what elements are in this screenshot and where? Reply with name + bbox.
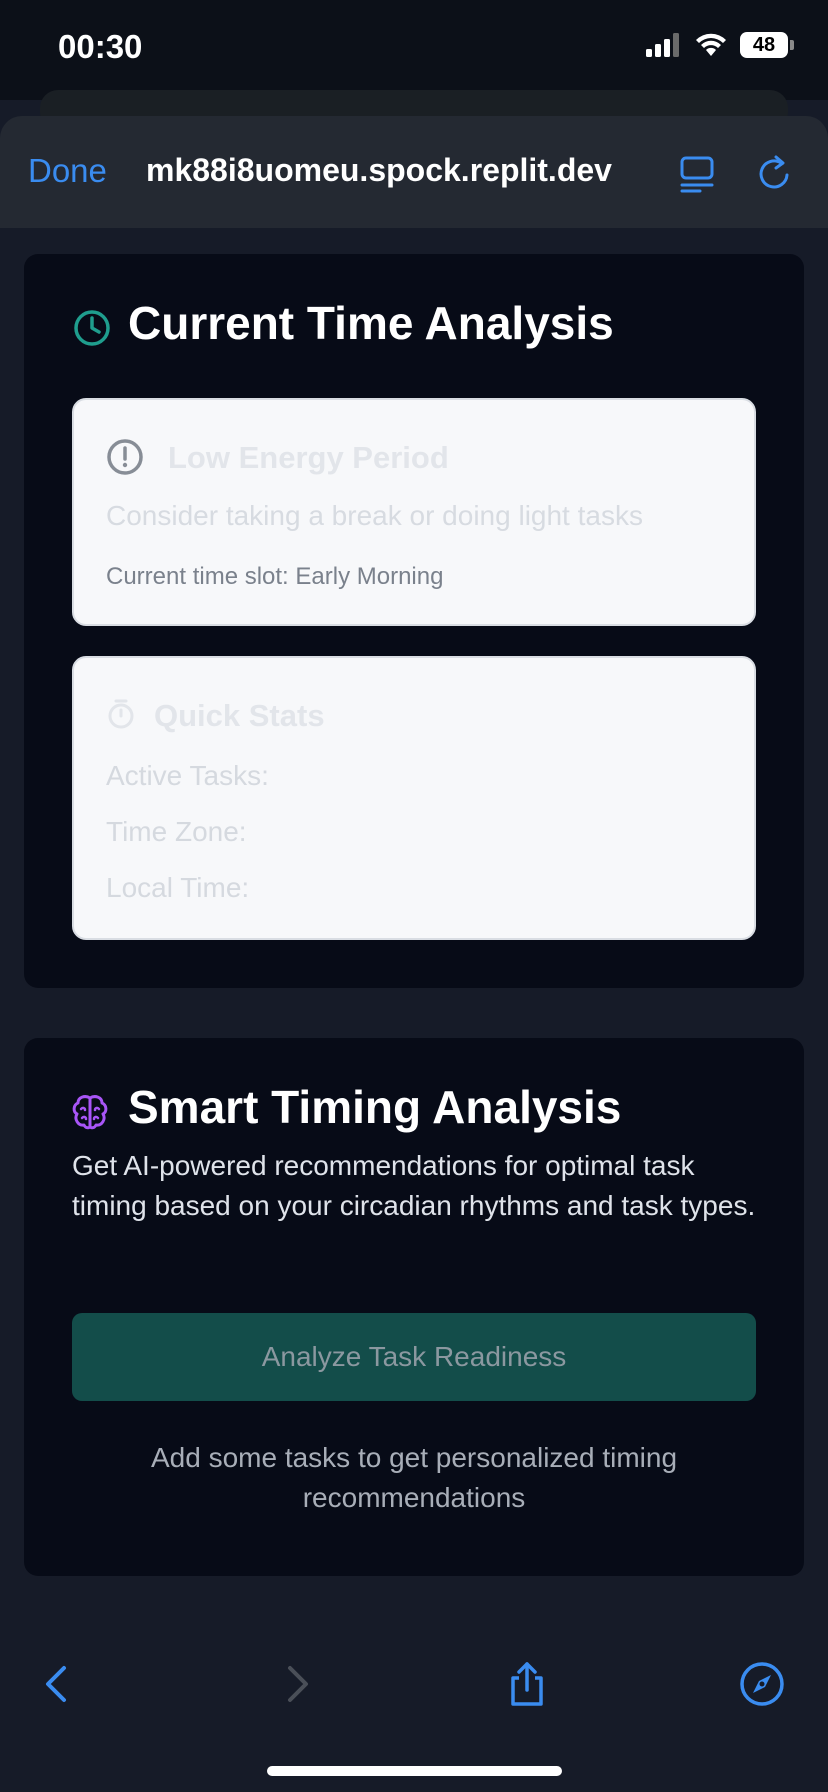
analyze-task-readiness-button[interactable]: Analyze Task Readiness	[72, 1313, 756, 1401]
smart-timing-description: Get AI-powered recommendations for optim…	[72, 1150, 756, 1221]
time-slot-label: Current time slot: Early Morning	[106, 563, 444, 590]
battery-icon: 48	[740, 32, 794, 58]
battery-tip	[790, 40, 794, 50]
add-tasks-hint: Add some tasks to get personalized timin…	[150, 1442, 678, 1513]
url-display[interactable]: mk88i8uomeu.spock.replit.dev	[146, 152, 646, 189]
energy-period-message: Consider taking a break or doing light t…	[106, 500, 643, 531]
status-bar: 00:30 48	[0, 0, 828, 100]
energy-period-title: Low Energy Period	[168, 440, 449, 475]
current-time-analysis-title: Current Time Analysis	[128, 297, 614, 349]
status-icons: 48	[646, 32, 794, 58]
clock-icon	[74, 310, 110, 346]
reload-icon[interactable]	[755, 154, 795, 194]
local-time-label: Local Time:	[106, 872, 250, 903]
brain-icon	[72, 1095, 108, 1130]
reader-mode-icon[interactable]	[678, 154, 718, 194]
timer-icon	[108, 699, 134, 729]
compass-icon[interactable]	[738, 1660, 786, 1708]
battery-level: 48	[740, 32, 788, 58]
cellular-signal-icon	[646, 33, 679, 57]
browser-sheet: Done mk88i8uomeu.spock.replit.dev Curren…	[0, 116, 828, 1792]
smart-timing-analysis-card: Smart Timing Analysis Get AI-powered rec…	[24, 1038, 804, 1576]
quick-stats-title: Quick Stats	[154, 698, 325, 733]
home-indicator	[267, 1766, 562, 1776]
current-time-analysis-card: Current Time Analysis Low Energy Period …	[24, 254, 804, 988]
quick-stats-panel: Quick Stats Active Tasks: Time Zone: Loc…	[72, 656, 756, 940]
done-button[interactable]: Done	[28, 152, 107, 190]
active-tasks-label: Active Tasks:	[106, 760, 269, 791]
time-zone-label: Time Zone:	[106, 816, 247, 847]
share-icon[interactable]	[503, 1660, 551, 1708]
browser-bottom-toolbar	[0, 1620, 828, 1792]
wifi-icon	[696, 33, 726, 56]
smart-timing-title: Smart Timing Analysis	[128, 1081, 622, 1133]
status-time: 00:30	[58, 28, 143, 65]
back-icon[interactable]	[34, 1660, 82, 1708]
alert-circle-icon	[107, 439, 143, 475]
browser-top-bar: Done mk88i8uomeu.spock.replit.dev	[0, 116, 828, 228]
energy-period-panel: Low Energy Period Consider taking a brea…	[72, 398, 756, 626]
forward-icon[interactable]	[272, 1660, 320, 1708]
